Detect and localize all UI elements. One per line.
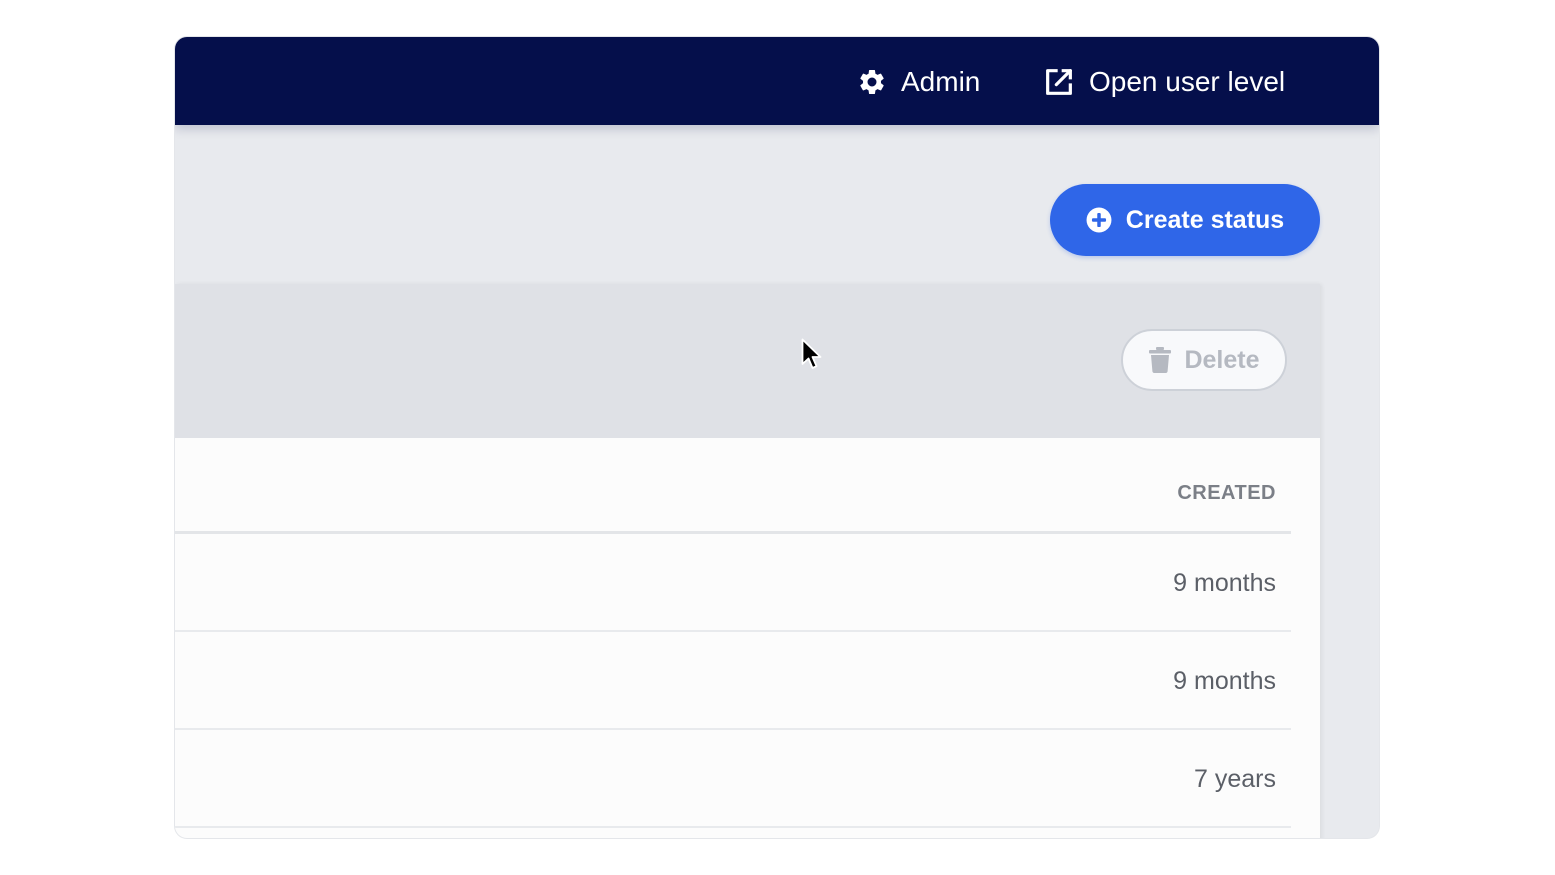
column-header-created[interactable]: CREATED [1177, 482, 1276, 505]
statuses-table: CREATED 9 months 9 months 7 years [175, 438, 1291, 828]
external-link-icon [1046, 69, 1072, 95]
admin-label: Admin [901, 66, 981, 97]
table-row[interactable]: 9 months [175, 632, 1291, 730]
admin-link[interactable]: Admin [857, 64, 980, 100]
table-row[interactable]: 7 years [175, 730, 1291, 828]
statuses-panel: Delete CREATED 9 months 9 months 7 years [175, 284, 1320, 838]
table-toolbar: Delete [175, 284, 1320, 438]
table-row[interactable]: 9 months [175, 534, 1291, 632]
gear-icon [860, 69, 884, 94]
open-user-level-label: Open user level [1089, 66, 1286, 97]
created-cell: 9 months [1173, 569, 1276, 597]
create-status-button[interactable]: Create status [1050, 184, 1320, 256]
delete-button[interactable]: Delete [1121, 329, 1287, 391]
created-cell: 7 years [1194, 765, 1276, 793]
table-header: CREATED [175, 438, 1291, 534]
trash-icon [1149, 347, 1172, 373]
create-status-label: Create status [1125, 205, 1285, 234]
plus-circle-icon [1086, 207, 1112, 233]
delete-label: Delete [1184, 345, 1260, 374]
created-cell: 9 months [1173, 667, 1276, 695]
open-user-level-link[interactable]: Open user level [1043, 64, 1285, 100]
top-navigation-bar: Admin Open user level [175, 37, 1379, 125]
app-window: Admin Open user level Create status Dele… [175, 37, 1379, 838]
